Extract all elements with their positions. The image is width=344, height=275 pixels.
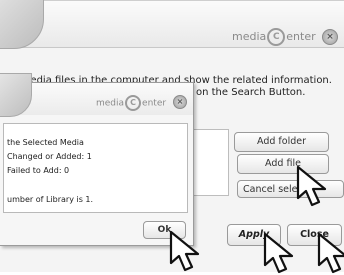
- media-center-logo: media Center: [232, 28, 316, 46]
- result-line-changed-added: Changed or Added: 1: [7, 152, 92, 161]
- arrow-cursor-icon: [263, 232, 294, 274]
- add-folder-button[interactable]: Add folder: [234, 132, 329, 152]
- window-header: media Center ×: [0, 0, 344, 49]
- close-icon[interactable]: ×: [322, 29, 338, 45]
- logo-text-right: enter: [286, 30, 316, 43]
- header-ornament: [0, 0, 44, 49]
- dialog-logo-text-right: enter: [142, 98, 167, 109]
- arrow-cursor-icon: [296, 165, 327, 207]
- dialog-close-icon[interactable]: ×: [173, 95, 187, 109]
- result-line-selected-media: the Selected Media: [7, 138, 84, 147]
- arrow-cursor-icon: [169, 230, 200, 272]
- result-dialog: media Center × the Selected Media Changed…: [0, 73, 194, 246]
- dialog-logo-text-left: media: [96, 98, 125, 109]
- logo-c-ring: C: [267, 28, 286, 46]
- result-line-library-count: umber of Library is 1.: [7, 195, 94, 204]
- dialog-logo: media Center: [96, 95, 166, 111]
- logo-text-left: media: [232, 30, 267, 43]
- dialog-header-ornament: [0, 73, 32, 117]
- dialog-message-box: the Selected Media Changed or Added: 1 F…: [3, 123, 188, 213]
- result-line-failed: Failed to Add: 0: [7, 166, 70, 175]
- dialog-header: media Center ×: [0, 73, 193, 117]
- arrow-cursor-icon: [317, 232, 344, 274]
- dialog-logo-c-ring: C: [125, 95, 142, 111]
